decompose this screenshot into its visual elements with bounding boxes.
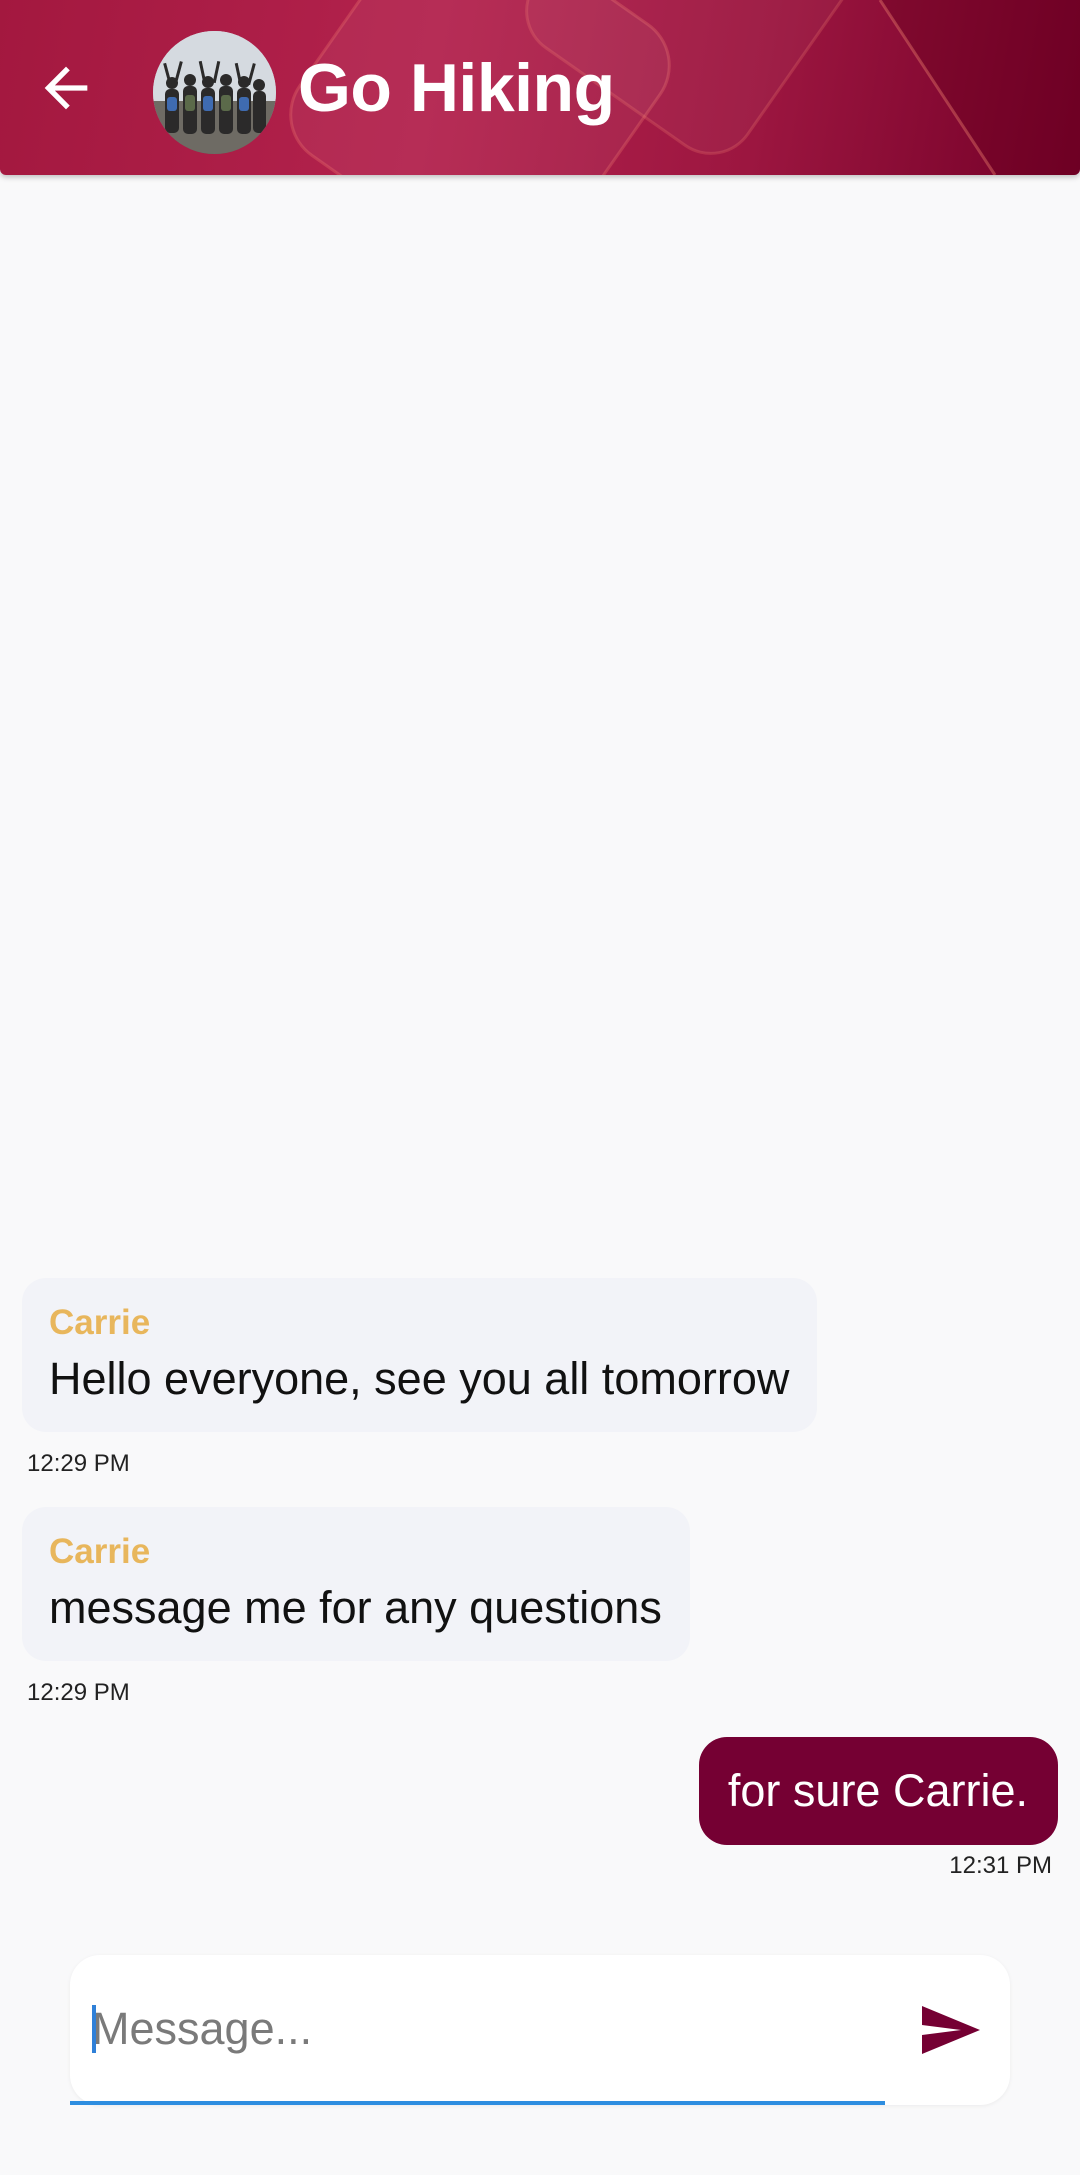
message-text: message me for any questions bbox=[49, 1582, 662, 1633]
input-underline bbox=[70, 2101, 885, 2105]
message-composer bbox=[70, 1955, 1010, 2105]
message-timestamp: 12:31 PM bbox=[949, 1852, 1052, 1879]
send-icon bbox=[922, 2006, 980, 2054]
group-avatar[interactable] bbox=[153, 31, 276, 154]
message-bubble-incoming[interactable]: Carrie Hello everyone, see you all tomor… bbox=[22, 1278, 818, 1432]
chat-header: Go Hiking bbox=[0, 0, 1080, 175]
message-sender: Carrie bbox=[49, 1532, 151, 1571]
message-timestamp: 12:29 PM bbox=[27, 1450, 130, 1477]
back-button[interactable] bbox=[30, 52, 102, 124]
message-sender: Carrie bbox=[49, 1303, 151, 1342]
text-cursor bbox=[92, 2005, 96, 2053]
group-title: Go Hiking bbox=[298, 50, 615, 126]
chat-screen: Go Hiking Carrie Hello everyone, see you… bbox=[0, 0, 1080, 2175]
send-button[interactable] bbox=[918, 1999, 984, 2061]
message-bubble-incoming[interactable]: Carrie message me for any questions bbox=[22, 1507, 690, 1661]
message-bubble-outgoing[interactable]: for sure Carrie. bbox=[698, 1737, 1058, 1845]
message-timestamp: 12:29 PM bbox=[27, 1679, 130, 1706]
message-text: Hello everyone, see you all tomorrow bbox=[49, 1353, 790, 1404]
message-input[interactable] bbox=[92, 1989, 892, 2069]
arrow-left-icon bbox=[44, 66, 88, 110]
group-photo-avatar bbox=[153, 31, 276, 154]
message-text: for sure Carrie. bbox=[727, 1765, 1028, 1816]
